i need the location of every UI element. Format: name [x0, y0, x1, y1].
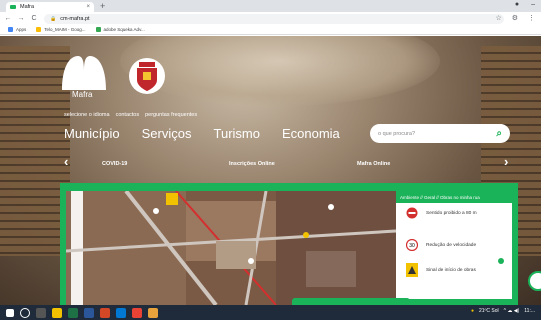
municipal-crest-icon: [129, 58, 165, 94]
app-icon[interactable]: [148, 307, 158, 318]
outlook-icon[interactable]: [116, 307, 126, 318]
bookmark-favicon-icon: [95, 27, 101, 32]
tab-bar: Mafra × + ● –: [0, 0, 541, 12]
back-icon[interactable]: ←: [3, 15, 13, 22]
legend-item: 30 Redução de velocidade: [406, 239, 496, 251]
nav-servicos[interactable]: Serviços: [142, 126, 192, 141]
quick-link-mafra-online[interactable]: Mafra Online: [357, 161, 390, 167]
taskbar: ● 21ºC Sol ^ ☁ ◀) 11:...: [0, 305, 541, 320]
search-taskbar-icon[interactable]: [20, 307, 30, 318]
legend-item: Sentido proibido a 80 m: [406, 207, 496, 219]
weather-text[interactable]: 21ºC Sol: [479, 308, 499, 314]
speed-limit-sign-icon: 30: [406, 239, 418, 251]
bookmark-apps[interactable]: Apps: [8, 27, 26, 32]
excel-icon[interactable]: [68, 307, 78, 318]
quick-link-online-registration[interactable]: Inscrições Online: [229, 161, 275, 167]
tray-icons[interactable]: ^ ☁ ◀): [504, 308, 520, 314]
search-icon[interactable]: ⌕: [496, 128, 502, 139]
bookmarks-bar: Apps Telo_MAIM - Goog... adobe Squeka Ad…: [0, 25, 541, 35]
no-entry-sign-icon: [406, 207, 418, 219]
logo-text: Mafra: [72, 90, 93, 99]
map-legend-panel: Sentido proibido a 80 m 30 Redução de ve…: [396, 203, 512, 299]
browser-tab[interactable]: Mafra ×: [6, 2, 94, 12]
bookmark-item[interactable]: adobe Squeka Adv...: [95, 27, 145, 32]
address-bar-row: ← → C 🔒 cm-mafra.pt ☆ ⚙ ⋮: [0, 12, 541, 25]
reload-icon[interactable]: C: [29, 15, 39, 22]
url-text: cm-mafra.pt: [60, 15, 90, 22]
windows-start-icon[interactable]: [6, 308, 14, 317]
main-navigation: Município Serviços Turismo Economia: [64, 126, 340, 141]
task-view-icon[interactable]: [36, 307, 46, 318]
lock-icon: 🔒: [50, 15, 57, 22]
chrome-icon[interactable]: [132, 307, 142, 318]
nav-turismo[interactable]: Turismo: [214, 126, 260, 141]
profile-icon[interactable]: ●: [515, 1, 519, 8]
file-explorer-icon[interactable]: [52, 307, 62, 318]
menu-icon[interactable]: ⋮: [528, 14, 535, 22]
apps-grid-icon: [8, 27, 13, 32]
minimize-icon[interactable]: –: [531, 1, 535, 8]
clock[interactable]: 11:...: [524, 308, 535, 314]
bookmark-favicon-icon: [36, 27, 42, 32]
road-works-sign-icon: [406, 263, 418, 277]
new-tab-button[interactable]: +: [100, 1, 105, 11]
quick-link-covid[interactable]: COVID-19: [102, 161, 127, 167]
carousel-prev-icon[interactable]: ‹: [64, 154, 68, 169]
tab-close-icon[interactable]: ×: [86, 4, 90, 10]
street-works-map[interactable]: [66, 191, 396, 305]
nav-economia[interactable]: Economia: [282, 126, 340, 141]
address-bar-actions: ☆ ⚙ ⋮: [495, 14, 535, 22]
website-hero: Mafra selecione o idioma contactos pergu…: [0, 36, 541, 305]
weather-icon: ●: [470, 308, 474, 314]
extensions-icon[interactable]: ⚙: [512, 14, 518, 22]
word-icon[interactable]: [84, 307, 94, 318]
slide-indicator[interactable]: [498, 258, 504, 264]
url-field[interactable]: 🔒 cm-mafra.pt: [44, 13, 504, 24]
bookmark-star-icon[interactable]: ☆: [495, 14, 501, 22]
powerpoint-icon[interactable]: [100, 307, 110, 318]
bookmark-item[interactable]: Telo_MAIM - Goog...: [36, 27, 86, 32]
utility-links: selecione o idioma contactos perguntas f…: [64, 112, 197, 118]
carousel-next-icon[interactable]: ›: [504, 154, 508, 169]
panel-tab[interactable]: [292, 298, 410, 305]
faq-link[interactable]: perguntas frequentes: [145, 112, 197, 118]
breadcrumb: Ambiente // Geral // Obras no minha rua: [396, 192, 512, 203]
chat-widget-icon[interactable]: [528, 271, 541, 291]
nav-municipio[interactable]: Município: [64, 126, 120, 141]
system-tray: ● 21ºC Sol ^ ☁ ◀) 11:...: [471, 308, 535, 314]
speed-limit-value: 30: [409, 243, 415, 249]
legend-item: Sinal de início de obras: [406, 263, 496, 277]
contacts-link[interactable]: contactos: [116, 112, 140, 118]
ceiling-vault-image: [120, 36, 440, 106]
site-favicon-icon: [10, 5, 16, 9]
window-controls: ● –: [515, 1, 535, 8]
site-search: ⌕: [370, 124, 510, 143]
forward-icon[interactable]: →: [16, 15, 26, 22]
tab-title: Mafra: [20, 4, 35, 10]
search-input[interactable]: [378, 130, 497, 137]
language-selector-link[interactable]: selecione o idioma: [64, 112, 110, 118]
